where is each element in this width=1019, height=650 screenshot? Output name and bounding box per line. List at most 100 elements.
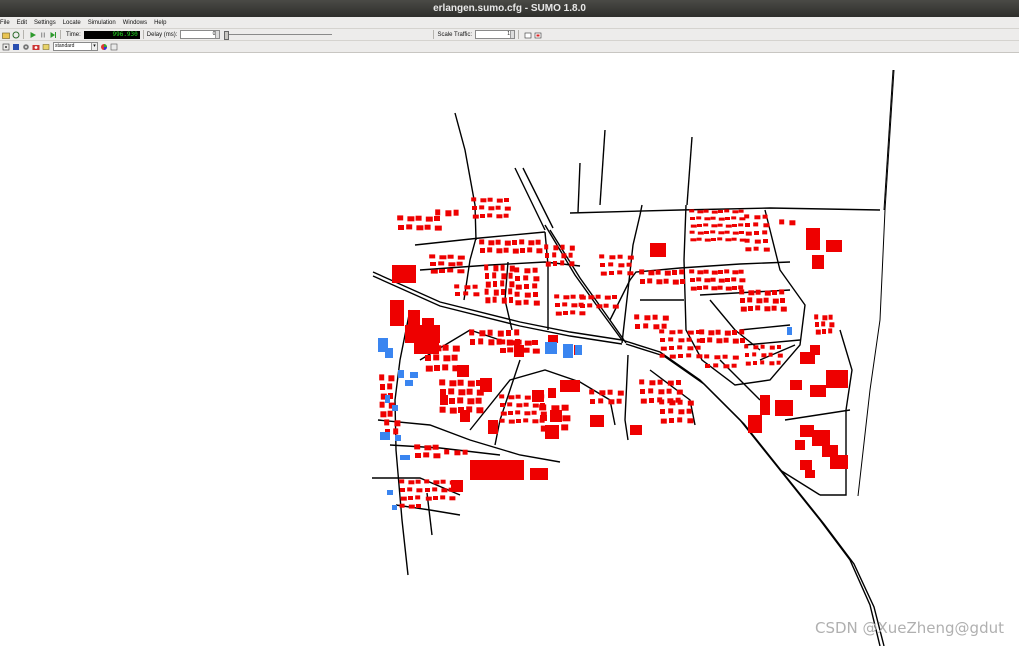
building [717,237,723,241]
run-icon[interactable] [29,31,37,39]
delay-slider[interactable] [224,31,333,40]
building [609,271,614,275]
building [387,410,393,417]
gear-icon[interactable] [22,43,30,51]
building [716,338,723,344]
building [429,254,436,259]
building [630,425,642,435]
building [379,401,385,408]
building [407,216,415,222]
building [562,415,571,422]
menu-locate[interactable]: Locate [63,20,81,26]
menu-edit[interactable]: Edit [17,20,27,26]
building [690,224,697,228]
chevron-down-icon[interactable]: ▾ [91,43,97,50]
delay-input[interactable]: 0 [180,30,221,39]
building [713,363,719,368]
map-canvas[interactable] [0,53,1019,647]
building [723,364,730,369]
edit-viewport-icon[interactable] [42,43,50,51]
building [732,210,739,214]
building [501,273,507,280]
building [488,339,495,346]
reload-icon[interactable] [12,31,20,39]
building [697,286,702,290]
building [703,209,709,213]
building [485,297,491,304]
building [828,314,833,320]
view-settings-icon[interactable] [110,43,118,51]
road-network-map[interactable] [0,53,1019,647]
building [656,279,663,285]
building [442,344,449,351]
building [748,290,755,296]
building [640,398,647,404]
spin-arrows-icon[interactable] [215,31,220,38]
camera-icon[interactable] [32,43,40,51]
building [458,389,466,396]
building [531,410,537,415]
building [523,347,530,353]
pause-icon[interactable] [39,31,47,39]
building [434,225,442,231]
color-scheme-select[interactable]: standard ▾ [53,42,98,51]
building [475,397,482,404]
building [487,329,493,336]
building [457,269,465,274]
toolbar-separator [433,30,435,39]
new-view-icon[interactable] [524,31,532,39]
spin-arrows-icon[interactable] [510,31,515,38]
building [830,455,848,469]
building [555,303,560,307]
building [640,279,645,284]
parking-area [385,395,390,403]
building [480,214,485,218]
building [723,337,729,343]
color-wheel-icon[interactable] [100,43,108,51]
building [506,330,511,336]
recenter-icon[interactable] [2,43,10,51]
locate-icon[interactable] [12,43,20,51]
step-icon[interactable] [49,31,57,39]
building [515,300,522,306]
building [448,388,455,395]
scale-traffic-label: Scale Traffic: [437,31,473,38]
building [430,269,438,274]
slider-handle[interactable] [224,31,230,40]
building [763,297,769,303]
building [509,265,515,272]
building [380,411,387,418]
building [393,428,399,435]
building [724,330,731,336]
building [533,276,540,282]
building [480,248,485,253]
new-3d-view-icon[interactable] [534,31,542,39]
building [479,205,485,210]
building [493,265,499,272]
menu-help[interactable]: Help [154,20,166,26]
menu-settings[interactable]: Settings [34,20,56,26]
menu-file[interactable]: File [0,20,10,26]
building [687,330,694,335]
building [555,311,562,316]
building [527,247,533,253]
building [739,289,745,295]
building [532,390,544,402]
building [499,418,505,423]
delay-label: Delay (ms): [146,31,178,38]
road-segment [739,324,791,331]
building [508,340,516,346]
building [480,198,487,203]
building [626,262,632,267]
building [731,237,737,241]
building [496,214,503,219]
scale-traffic-input[interactable]: 1 [475,30,516,39]
open-icon[interactable] [2,31,10,39]
building [492,296,497,303]
menu-simulation[interactable]: Simulation [88,20,116,26]
building [718,270,723,274]
building [649,398,654,403]
building [449,398,455,404]
menu-windows[interactable]: Windows [123,20,147,26]
building [659,353,665,358]
